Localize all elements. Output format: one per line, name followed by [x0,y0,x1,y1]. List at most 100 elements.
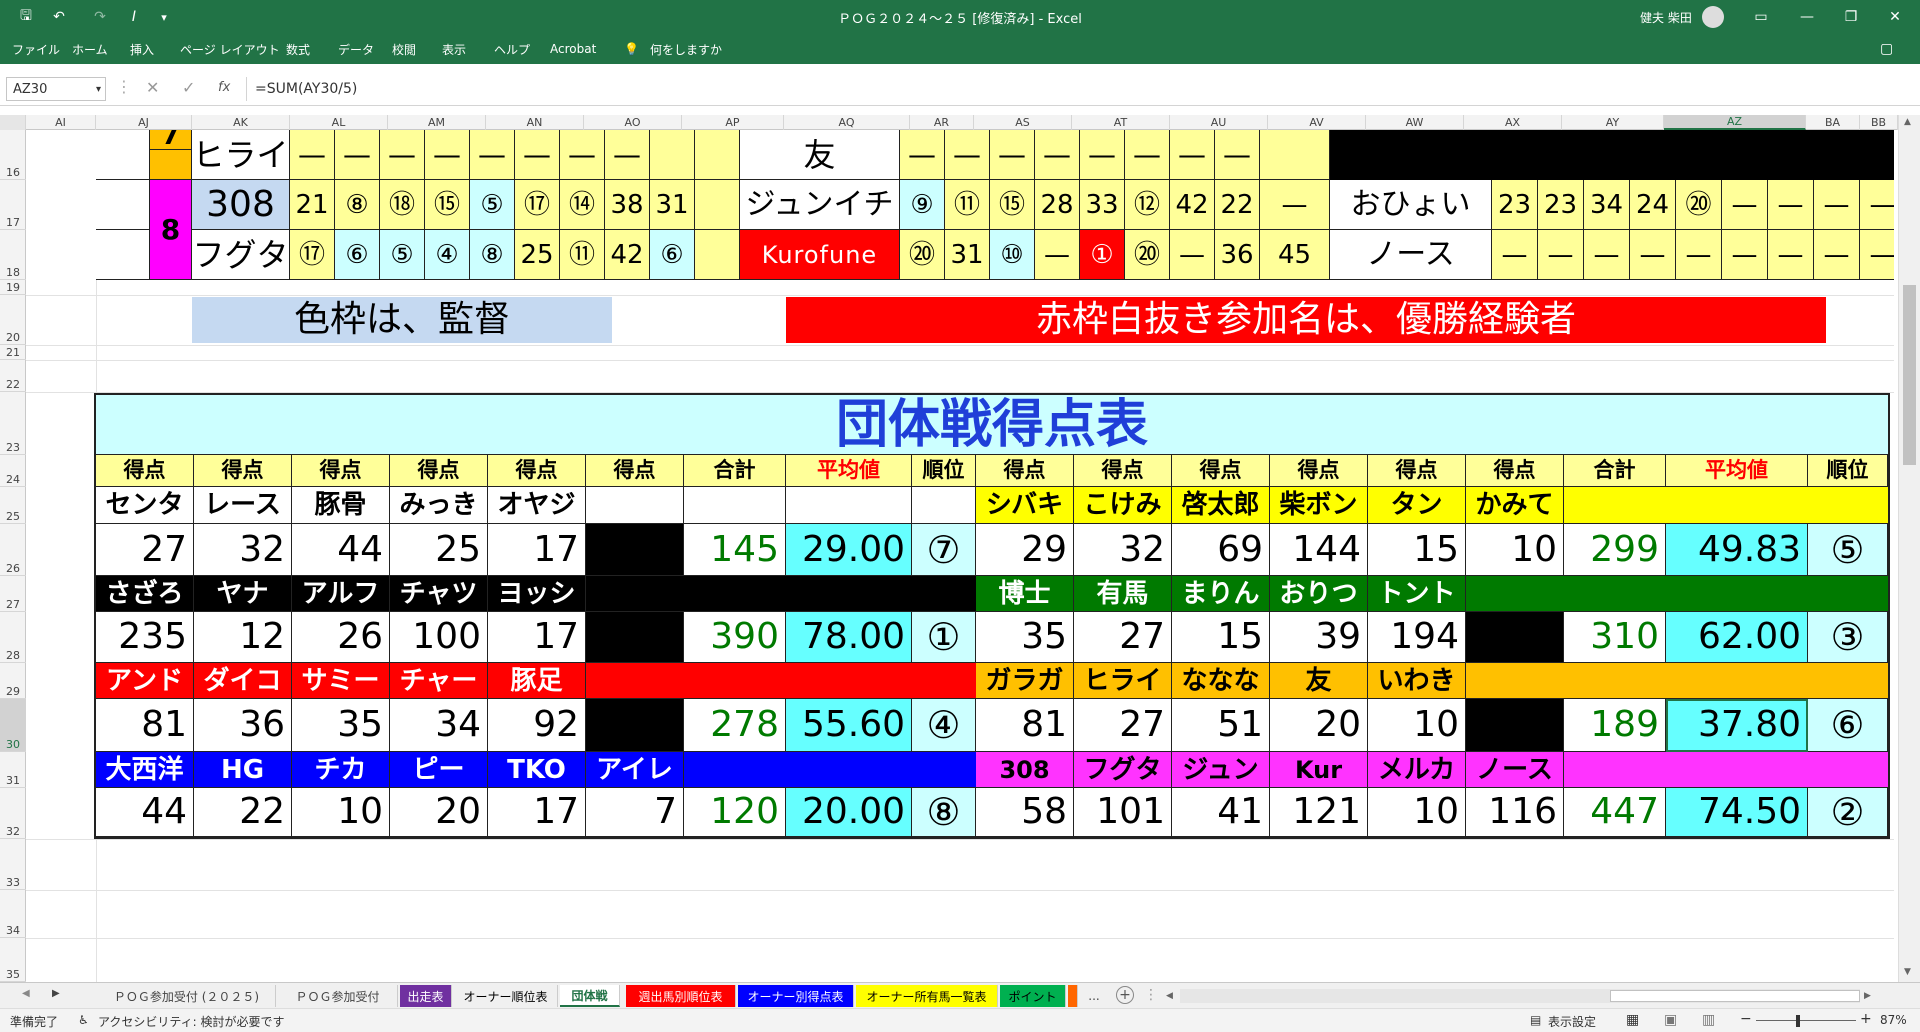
member-score[interactable]: 10 [1368,699,1466,752]
tab-file[interactable]: ファイル [12,34,60,64]
member-name[interactable]: ヨッシ [488,576,586,612]
team-average[interactable]: 78.00 [786,612,912,663]
mark-cell[interactable]: ⑩ [990,230,1035,280]
mark-cell[interactable]: 38 [605,180,650,230]
add-sheet-icon[interactable]: + [1116,986,1134,1004]
member-name[interactable]: オヤジ [488,487,586,524]
mark-cell[interactable]: 21 [290,180,335,230]
tab-data[interactable]: データ [338,34,374,64]
mark-cell[interactable]: ⑰ [515,180,560,230]
member-name[interactable]: チャツ [390,576,488,612]
zoom-out-icon[interactable]: − [1740,1011,1752,1027]
minimize-icon[interactable]: — [1792,0,1822,34]
member-name[interactable]: 啓太郎 [1172,487,1270,524]
mark-cell[interactable]: — [1584,230,1630,280]
member-score[interactable]: 15 [1368,524,1466,576]
sheet-tab[interactable]: 週出馬別順位表 [626,985,736,1007]
hscroll-right-icon[interactable]: ▶ [1864,987,1874,1005]
member-name[interactable]: まりん [1172,576,1270,612]
mark-cell[interactable]: 33 [1080,180,1125,230]
sheet-tab[interactable]: オーナー別得点表 [738,985,854,1007]
save-icon[interactable]: 🖫 [14,0,38,34]
mark-cell[interactable]: 28 [1035,180,1080,230]
mark-cell[interactable]: 42 [605,230,650,280]
mark-cell[interactable]: — [1035,130,1080,180]
team-average[interactable]: 74.50 [1666,788,1808,837]
team-rank[interactable]: ⑤ [1808,524,1888,576]
member-name[interactable]: 豚骨 [292,487,390,524]
mark-cell[interactable]: — [290,130,335,180]
row-header[interactable]: 27 [0,576,26,612]
team-rank[interactable]: ① [912,612,976,663]
mark-cell[interactable]: ⑤ [470,180,515,230]
col-header[interactable]: AW [1366,115,1464,130]
member-name[interactable]: ピー [390,752,488,788]
mark-cell[interactable]: ⑮ [425,180,470,230]
tab-acrobat[interactable]: Acrobat [550,34,596,64]
member-name[interactable]: タン [1368,487,1466,524]
member-name[interactable]: こけみ [1074,487,1172,524]
row-header[interactable]: 23 [0,392,26,455]
member-name[interactable]: 友 [1270,663,1368,699]
hscroll-left-icon[interactable]: ◀ [1166,987,1176,1005]
member-score[interactable]: 81 [976,699,1074,752]
member-score[interactable]: 116 [1466,788,1564,837]
mark-cell[interactable]: — [1860,180,1894,230]
member-name[interactable]: ダイコ [194,663,292,699]
member-score[interactable]: 100 [390,612,488,663]
mark-cell[interactable]: ⑥ [335,230,380,280]
scroll-thumb[interactable] [1903,285,1916,465]
member-name[interactable]: アイレ [586,752,684,788]
italic-icon[interactable]: I [124,0,144,34]
mark-cell[interactable] [695,230,740,280]
mark-cell[interactable]: 22 [1215,180,1260,230]
mark-cell[interactable]: — [1676,230,1722,280]
row-header[interactable]: 20 [0,295,26,345]
blank-black-cell[interactable] [1330,130,1894,180]
member-score[interactable]: 41 [1172,788,1270,837]
member-name[interactable]: HG [194,752,292,788]
more-tabs-button[interactable]: ... [1082,985,1106,1007]
row-header[interactable]: 32 [0,788,26,839]
zoom-in-icon[interactable]: + [1860,1011,1872,1027]
tab-insert[interactable]: 挿入 [130,34,154,64]
mark-cell[interactable]: — [1538,230,1584,280]
member-name[interactable]: アンド [96,663,194,699]
display-settings[interactable]: 表示設定 [1548,1013,1596,1030]
tab-formulas[interactable]: 数式 [286,34,310,64]
team-average[interactable]: 49.83 [1666,524,1808,576]
member-score-empty[interactable] [1466,612,1564,663]
team-average[interactable]: 62.00 [1666,612,1808,663]
name-box[interactable]: AZ30 ▾ [6,77,106,101]
col-header[interactable]: AX [1464,115,1562,130]
member-score[interactable]: 35 [292,699,390,752]
row-header[interactable]: 22 [0,360,26,392]
col-header[interactable]: AS [974,115,1072,130]
member-name[interactable]: ノース [1466,752,1564,788]
mark-cell[interactable]: — [1080,130,1125,180]
mark-cell[interactable]: — [1170,130,1215,180]
team-total[interactable]: 189 [1564,699,1666,752]
member-score[interactable]: 39 [1270,612,1368,663]
undo-icon[interactable]: ↶ [44,0,74,34]
cancel-icon[interactable]: ✕ [146,78,159,97]
col-header[interactable]: AO [584,115,682,130]
mark-cell[interactable]: — [990,130,1035,180]
mark-cell[interactable]: — [1814,230,1860,280]
mark-cell[interactable]: ⑳ [900,230,945,280]
mark-cell[interactable]: — [1814,180,1860,230]
team-average[interactable]: 55.60 [786,699,912,752]
member-name[interactable]: 大西洋 [96,752,194,788]
mark-cell[interactable]: ④ [425,230,470,280]
col-header[interactable]: AN [486,115,584,130]
sheet-tab-active[interactable]: 団体戦 [560,985,620,1007]
member-name[interactable]: チカ [292,752,390,788]
tab-page-layout[interactable]: ページ レイアウト [180,34,280,64]
mark-cell[interactable]: 36 [1215,230,1260,280]
member-score-empty[interactable] [586,524,684,576]
member-name[interactable]: 豚足 [488,663,586,699]
col-header[interactable]: AM [388,115,486,130]
mark-cell[interactable]: — [1260,180,1330,230]
member-score[interactable]: 51 [1172,699,1270,752]
mark-cell[interactable]: — [515,130,560,180]
